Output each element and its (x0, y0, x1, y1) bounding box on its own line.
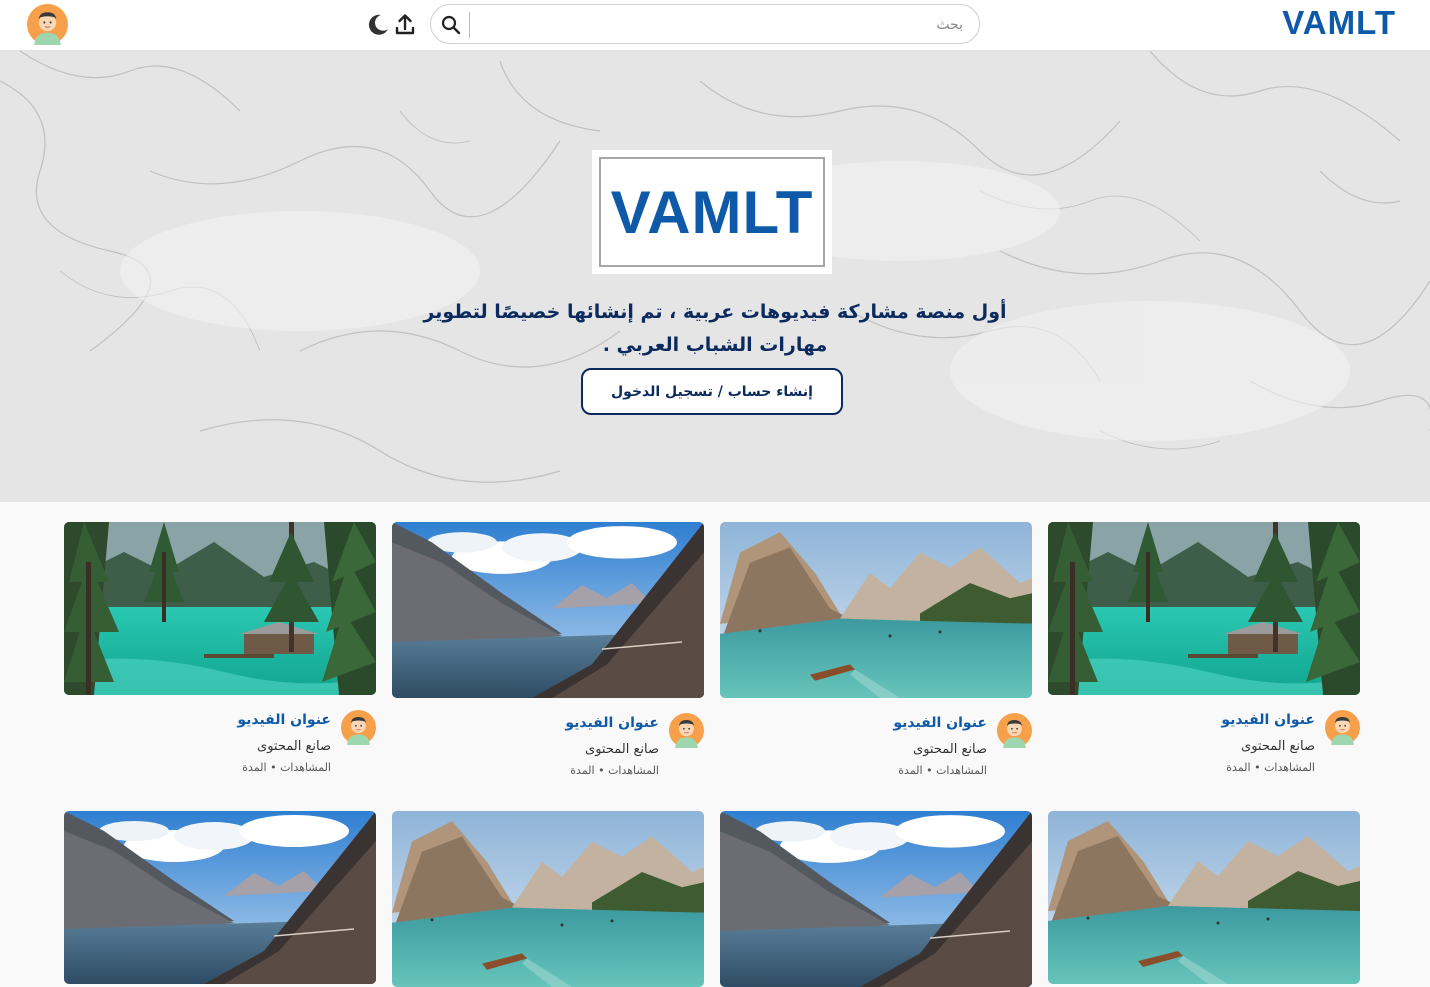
hero-tagline-line1: أول منصة مشاركة فيديوهات عربية ، تم إنشا… (423, 301, 1007, 323)
marble-background (0, 51, 1430, 502)
channel-avatar[interactable] (669, 713, 704, 748)
user-avatar[interactable] (27, 4, 68, 45)
signup-login-button[interactable]: إنشاء حساب / تسجيل الدخول (581, 368, 843, 415)
video-title[interactable]: عنوان الفيديو (565, 715, 659, 731)
search-bar (430, 4, 980, 44)
thumbnail-image (392, 811, 704, 987)
video-thumbnail[interactable] (64, 522, 376, 695)
hero-tagline: أول منصة مشاركة فيديوهات عربية ، تم إنشا… (395, 296, 1035, 362)
top-header: VAMLT (0, 0, 1430, 51)
video-thumbnail[interactable] (64, 811, 376, 984)
brand-logo[interactable]: VAMLT (1282, 4, 1396, 42)
video-meta: المشاهدات • المدة (898, 764, 987, 777)
channel-avatar[interactable] (997, 713, 1032, 748)
thumbnail-image (1048, 811, 1360, 984)
video-thumbnail[interactable] (720, 811, 1032, 987)
thumbnail-image (64, 811, 376, 984)
video-meta: المشاهدات • المدة (1226, 761, 1315, 774)
video-thumbnail[interactable] (1048, 522, 1360, 695)
thumbnail-image (392, 522, 704, 698)
video-title[interactable]: عنوان الفيديو (1221, 712, 1315, 728)
thumbnail-image (720, 522, 1032, 698)
thumbnail-image (720, 811, 1032, 987)
search-divider (469, 12, 470, 38)
channel-avatar[interactable] (1325, 710, 1360, 745)
video-meta: المشاهدات • المدة (242, 761, 331, 774)
thumbnail-image (64, 522, 376, 695)
channel-name[interactable]: صانع المحتوى (257, 739, 331, 754)
moon-icon[interactable] (365, 12, 391, 38)
thumbnail-image (1048, 522, 1360, 695)
hero-logo: VAMLT (592, 150, 832, 274)
video-thumbnail[interactable] (1048, 811, 1360, 984)
hero-logo-text: VAMLT (599, 157, 825, 267)
video-thumbnail[interactable] (720, 522, 1032, 698)
channel-name[interactable]: صانع المحتوى (913, 742, 987, 757)
hero-tagline-line2: مهارات الشباب العربي . (602, 334, 828, 356)
video-meta: المشاهدات • المدة (570, 764, 659, 777)
upload-icon[interactable] (392, 12, 418, 38)
search-icon[interactable] (439, 13, 463, 37)
channel-name[interactable]: صانع المحتوى (585, 742, 659, 757)
channel-avatar[interactable] (341, 710, 376, 745)
video-thumbnail[interactable] (392, 811, 704, 987)
video-title[interactable]: عنوان الفيديو (237, 712, 331, 728)
video-title[interactable]: عنوان الفيديو (893, 715, 987, 731)
video-thumbnail[interactable] (392, 522, 704, 698)
hero-banner: VAMLT أول منصة مشاركة فيديوهات عربية ، ت… (0, 51, 1430, 502)
search-input[interactable] (471, 8, 965, 42)
channel-name[interactable]: صانع المحتوى (1241, 739, 1315, 754)
